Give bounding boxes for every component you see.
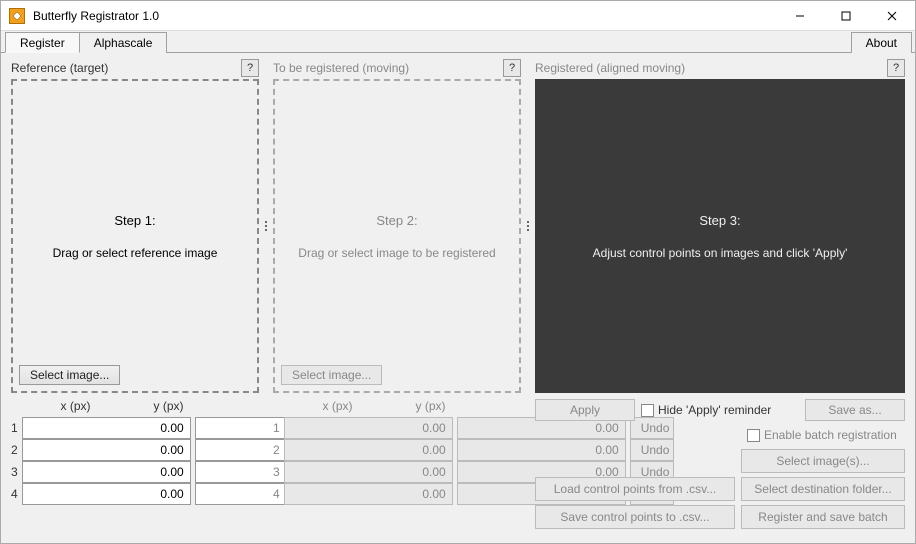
titlebar: Butterfly Registrator 1.0 — [1, 1, 915, 31]
hide-reminder-checkbox[interactable]: Hide 'Apply' reminder — [641, 403, 799, 417]
moving-step-title: Step 2: — [376, 213, 417, 228]
coord-x-input[interactable] — [284, 461, 453, 483]
coord-x-input[interactable] — [284, 483, 453, 505]
moving-step-desc: Drag or select image to be registered — [298, 246, 495, 260]
coord-row: 3Undo — [11, 461, 259, 483]
ref-y-header: y (px) — [122, 399, 215, 413]
coord-row-index: 1 — [11, 421, 18, 435]
window-title: Butterfly Registrator 1.0 — [33, 9, 777, 23]
coord-x-input[interactable] — [284, 417, 453, 439]
coord-row-index: 4 — [11, 487, 18, 501]
moving-select-button[interactable]: Select image... — [281, 365, 382, 385]
coord-x-input[interactable] — [22, 417, 191, 439]
coord-row: 4Undo — [11, 483, 259, 505]
maximize-button[interactable] — [823, 1, 869, 30]
checkbox-icon — [641, 404, 654, 417]
select-images-button[interactable]: Select image(s)... — [741, 449, 905, 473]
reference-step-desc: Drag or select reference image — [53, 246, 218, 260]
moving-drop-zone[interactable]: Step 2: Drag or select image to be regis… — [273, 79, 521, 393]
coord-row: 1Undo — [11, 417, 259, 439]
reference-panel-label: Reference (target) — [11, 61, 241, 75]
app-icon — [9, 8, 25, 24]
coord-row: 3Undo — [273, 461, 521, 483]
load-csv-button[interactable]: Load control points from .csv... — [535, 477, 735, 501]
enable-batch-checkbox[interactable]: Enable batch registration — [741, 425, 905, 445]
coord-row: 2Undo — [273, 439, 521, 461]
coord-row-index: 4 — [273, 487, 280, 501]
close-button[interactable] — [869, 1, 915, 30]
coord-row-index: 3 — [273, 465, 280, 479]
tab-alphascale[interactable]: Alphascale — [79, 32, 168, 53]
coord-row-index: 3 — [11, 465, 18, 479]
minimize-button[interactable] — [777, 1, 823, 30]
splitter-right[interactable] — [525, 59, 531, 393]
coord-x-input[interactable] — [22, 461, 191, 483]
tab-about[interactable]: About — [851, 32, 912, 53]
register-batch-button[interactable]: Register and save batch — [741, 505, 905, 529]
tab-bar: Register Alphascale About — [1, 31, 915, 53]
coord-row: 1Undo — [273, 417, 521, 439]
reference-drop-zone[interactable]: Step 1: Drag or select reference image S… — [11, 79, 259, 393]
mov-y-header: y (px) — [384, 399, 477, 413]
moving-help-button[interactable]: ? — [503, 59, 521, 77]
coord-row: 4Undo — [273, 483, 521, 505]
splitter-left[interactable] — [263, 59, 269, 393]
coord-x-input[interactable] — [284, 439, 453, 461]
coord-row: 2Undo — [11, 439, 259, 461]
content-area: Reference (target) ? Step 1: Drag or sel… — [1, 53, 915, 543]
app-window: Butterfly Registrator 1.0 Register Alpha… — [0, 0, 916, 544]
checkbox-icon — [747, 429, 760, 442]
registered-panel-label: Registered (aligned moving) — [535, 61, 887, 75]
moving-panel-label: To be registered (moving) — [273, 61, 503, 75]
coord-x-input[interactable] — [22, 483, 191, 505]
tab-register[interactable]: Register — [5, 32, 80, 53]
reference-step-title: Step 1: — [114, 213, 155, 228]
ref-x-header: x (px) — [29, 399, 122, 413]
coord-row-index: 2 — [273, 443, 280, 457]
reference-select-button[interactable]: Select image... — [19, 365, 120, 385]
mov-x-header: x (px) — [291, 399, 384, 413]
registered-help-button[interactable]: ? — [887, 59, 905, 77]
coord-x-input[interactable] — [22, 439, 191, 461]
registered-panel: Step 3: Adjust control points on images … — [535, 79, 905, 393]
save-csv-button[interactable]: Save control points to .csv... — [535, 505, 735, 529]
apply-button[interactable]: Apply — [535, 399, 635, 421]
select-dest-button[interactable]: Select destination folder... — [741, 477, 905, 501]
reference-help-button[interactable]: ? — [241, 59, 259, 77]
save-as-button[interactable]: Save as... — [805, 399, 905, 421]
registered-step-title: Step 3: — [699, 213, 740, 228]
coord-row-index: 2 — [11, 443, 18, 457]
coord-row-index: 1 — [273, 421, 280, 435]
registered-step-desc: Adjust control points on images and clic… — [593, 246, 848, 260]
